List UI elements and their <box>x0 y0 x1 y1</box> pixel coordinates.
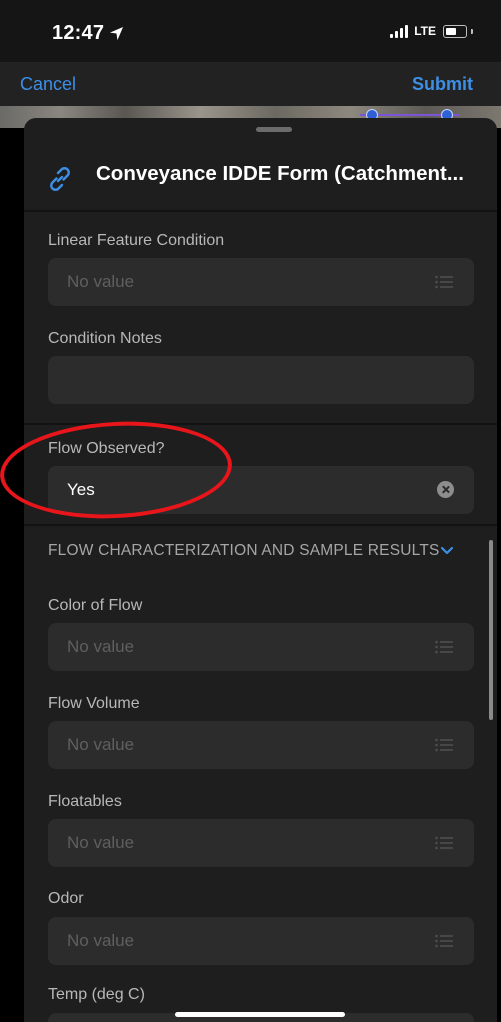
nav-bar: Cancel Submit <box>0 62 501 110</box>
field-label-flow-volume: Flow Volume <box>48 695 140 712</box>
color-of-flow-select[interactable]: No value <box>48 623 474 671</box>
condition-notes-input[interactable] <box>48 356 474 404</box>
signal-icon <box>390 24 409 38</box>
sheet-grabber[interactable] <box>256 127 292 132</box>
field-value: No value <box>67 735 135 754</box>
section-header-flow-characterization[interactable]: FLOW CHARACTERIZATION AND SAMPLE RESULTS <box>48 542 440 560</box>
divider <box>24 524 497 526</box>
status-time: 12:47 <box>52 22 124 45</box>
submit-button[interactable]: Submit <box>412 74 473 95</box>
sheet-header: Conveyance IDDE Form (Catchment... <box>24 138 497 210</box>
field-value: Yes <box>67 480 95 499</box>
battery-icon <box>443 24 467 38</box>
field-value: No value <box>67 931 135 950</box>
field-label-color-of-flow: Color of Flow <box>48 597 143 614</box>
flow-volume-select[interactable]: No value <box>48 721 474 769</box>
form-title: Conveyance IDDE Form (Catchment... <box>96 162 464 185</box>
field-label-odor: Odor <box>48 890 84 907</box>
divider <box>24 423 497 425</box>
floatables-select[interactable]: No value <box>48 819 474 867</box>
field-label-condition-notes: Condition Notes <box>48 330 162 347</box>
status-time-text: 12:47 <box>52 22 105 44</box>
link-icon <box>50 167 70 191</box>
clear-icon[interactable] <box>437 481 454 498</box>
linear-feature-condition-select[interactable]: No value <box>48 258 474 306</box>
list-icon <box>435 738 453 752</box>
form-sheet: Conveyance IDDE Form (Catchment... Linea… <box>24 118 497 1022</box>
chevron-down-icon[interactable] <box>440 546 454 556</box>
cancel-button[interactable]: Cancel <box>20 74 76 95</box>
odor-select[interactable]: No value <box>48 917 474 965</box>
status-system-icons: LTE <box>390 24 473 38</box>
status-bar: 12:47 LTE <box>0 0 501 62</box>
list-icon <box>435 275 453 289</box>
list-icon <box>435 836 453 850</box>
battery-nub <box>471 28 473 34</box>
list-icon <box>435 934 453 948</box>
location-arrow-icon <box>110 26 124 41</box>
field-label-temp: Temp (deg C) <box>48 986 145 1003</box>
field-label-linear-feature-condition: Linear Feature Condition <box>48 232 225 249</box>
flow-observed-select[interactable]: Yes <box>48 466 474 514</box>
field-label-floatables: Floatables <box>48 793 122 810</box>
field-value: No value <box>67 272 135 291</box>
field-label-flow-observed: Flow Observed? <box>48 440 165 457</box>
divider <box>24 210 497 212</box>
field-value: No value <box>67 637 135 656</box>
carrier-label: LTE <box>414 24 436 38</box>
scroll-indicator[interactable] <box>489 540 493 720</box>
home-indicator[interactable] <box>175 1012 345 1017</box>
list-icon <box>435 640 453 654</box>
field-value: No value <box>67 833 135 852</box>
